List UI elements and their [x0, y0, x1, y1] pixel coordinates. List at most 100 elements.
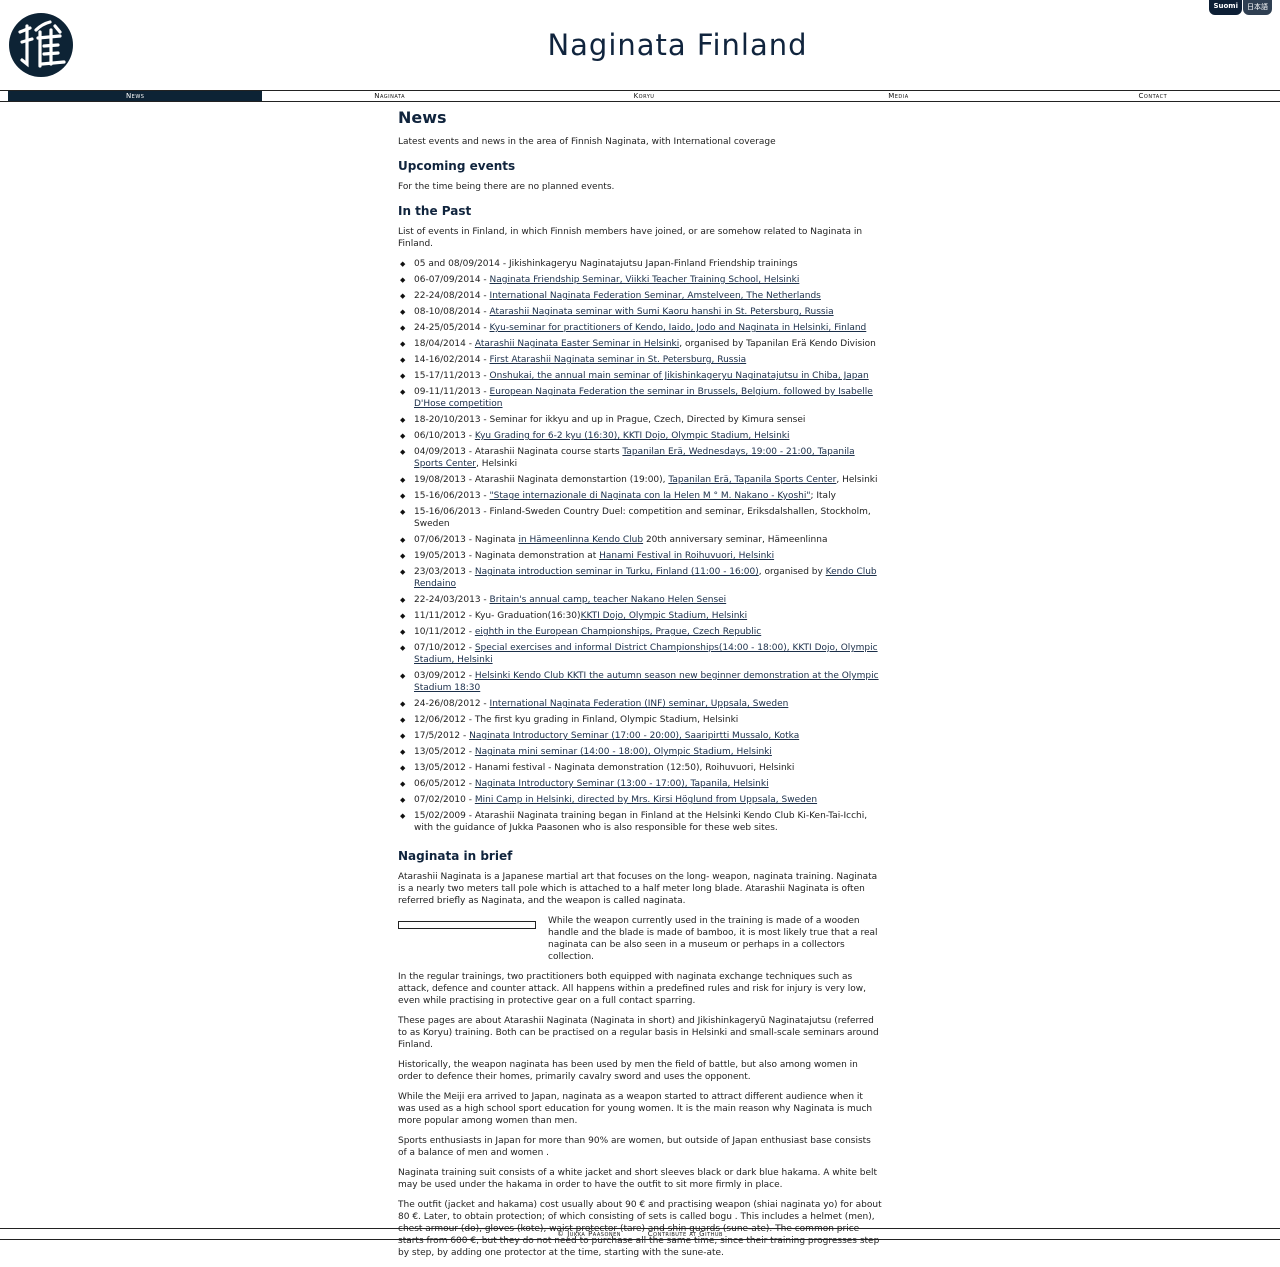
event-link[interactable]: Naginata Introductory Seminar (13:00 - 1…	[475, 779, 769, 789]
event-text: 07/02/2010 -	[414, 795, 475, 805]
event-text: 22-24/08/2014 -	[414, 291, 490, 301]
event-item: 18/04/2014 - Atarashii Naginata Easter S…	[400, 338, 882, 350]
past-title: In the Past	[398, 204, 472, 218]
past-text: List of events in Finland, in which Finn…	[398, 227, 863, 249]
brief-paragraph: Historically, the weapon naginata has be…	[398, 1060, 858, 1082]
event-text: 12/06/2012 - The first kyu grading in Fi…	[414, 715, 739, 725]
event-link[interactable]: Hanami Festival in Roihuvuori, Helsinki	[599, 551, 774, 561]
event-link[interactable]: International Naginata Federation (INF) …	[490, 699, 789, 709]
event-text: 18-20/10/2013 - Seminar for ikkyu and up…	[414, 415, 806, 425]
event-text: 15-17/11/2013 -	[414, 371, 490, 381]
event-text: 15/02/2009 - Atarashii Naginata training…	[414, 811, 868, 833]
event-text: 06/05/2012 -	[414, 779, 475, 789]
event-text: 03/09/2012 -	[414, 671, 475, 681]
event-item: 14-16/02/2014 - First Atarashii Naginata…	[400, 354, 882, 366]
nav-naginata[interactable]: Naginata	[262, 91, 516, 101]
footer-copyright[interactable]: © Jukka Paasonen	[557, 1230, 621, 1238]
event-text: 13/05/2012 -	[414, 747, 475, 757]
event-link[interactable]: Atarashii Naginata Easter Seminar in Hel…	[475, 339, 679, 349]
lang-suomi[interactable]: Suomi	[1209, 0, 1242, 15]
event-link[interactable]: Onshukai, the annual main seminar of Jik…	[490, 371, 869, 381]
event-link[interactable]: Britain's annual camp, teacher Nakano He…	[490, 595, 727, 605]
brief-paragraph: Naginata training suit consists of a whi…	[398, 1168, 878, 1190]
event-link[interactable]: Naginata mini seminar (14:00 - 18:00), O…	[475, 747, 772, 757]
event-item: 18-20/10/2013 - Seminar for ikkyu and up…	[400, 414, 882, 426]
event-text: 19/05/2013 - Naginata demonstration at	[414, 551, 600, 561]
brief-paragraph: While the Meiji era arrived to Japan, na…	[398, 1092, 873, 1126]
event-text: 10/11/2012 -	[414, 627, 475, 637]
event-text: 08-10/08/2014 -	[414, 307, 490, 317]
event-link[interactable]: "Stage internazionale di Naginata con la…	[490, 491, 811, 501]
event-link[interactable]: in Hämeenlinna Kendo Club	[518, 535, 643, 545]
event-item: 04/09/2013 - Atarashii Naginata course s…	[400, 446, 882, 470]
figure-text: While the weapon currently used in the t…	[548, 916, 878, 962]
main-nav: News Naginata Koryu Media Contact	[0, 90, 1280, 102]
event-item: 24-25/05/2014 - Kyu-seminar for practiti…	[400, 322, 882, 334]
event-link[interactable]: Kyu-seminar for practitioners of Kendo, …	[490, 323, 867, 333]
event-text: , Helsinki	[836, 475, 878, 485]
event-item: 15-16/06/2013 - "Stage internazionale di…	[400, 490, 882, 502]
nav-media[interactable]: Media	[771, 91, 1025, 101]
lang-japanese[interactable]: 日本語	[1243, 0, 1272, 15]
event-item: 06/10/2013 - Kyu Grading for 6-2 kyu (16…	[400, 430, 882, 442]
event-link[interactable]: Naginata Friendship Seminar, Viikki Teac…	[490, 275, 800, 285]
event-link[interactable]: First Atarashii Naginata seminar in St. …	[490, 355, 747, 365]
nav-contact[interactable]: Contact	[1026, 91, 1280, 101]
event-link[interactable]: KKTI Dojo, Olympic Stadium, Helsinki	[581, 611, 748, 621]
event-item: 07/06/2013 - Naginata in Hämeenlinna Ken…	[400, 534, 882, 546]
event-text: 07/10/2012 -	[414, 643, 475, 653]
nav-news[interactable]: News	[8, 91, 263, 101]
event-item: 15-16/06/2013 - Finland-Sweden Country D…	[400, 506, 882, 530]
event-text: , organised by Tapanilan Erä Kendo Divis…	[679, 339, 876, 349]
event-text: 15-16/06/2013 - Finland-Sweden Country D…	[414, 507, 871, 529]
footer: © Jukka Paasonen Contribute at Github	[0, 1228, 1280, 1240]
event-text: 18/04/2014 -	[414, 339, 475, 349]
event-item: 19/08/2013 - Atarashii Naginata demonsta…	[400, 474, 882, 486]
event-item: 17/5/2012 - Naginata Introductory Semina…	[400, 730, 882, 742]
event-link[interactable]: International Naginata Federation Semina…	[490, 291, 821, 301]
upcoming-text: For the time being there are no planned …	[398, 182, 615, 192]
event-text: 24-25/05/2014 -	[414, 323, 490, 333]
brief-paragraph: Atarashii Naginata is a Japanese martial…	[398, 872, 878, 906]
event-link[interactable]: eighth in the European Championships, Pr…	[475, 627, 761, 637]
event-text: 05 and 08/09/2014 - Jikishinkageryu Nagi…	[414, 259, 798, 269]
event-text: , organised by	[758, 567, 826, 577]
event-link[interactable]: Kyu Grading for 6-2 kyu (16:30), KKTI Do…	[475, 431, 790, 441]
event-text: 07/06/2013 - Naginata	[414, 535, 519, 545]
footer-github-link[interactable]: Contribute at Github	[648, 1230, 723, 1238]
main-content: News Latest events and news in the area …	[398, 110, 882, 1267]
event-item: 19/05/2013 - Naginata demonstration at H…	[400, 550, 882, 562]
brief-figure: While the weapon currently used in the t…	[398, 915, 882, 963]
brief-paragraph: These pages are about Atarashii Naginata…	[398, 1016, 879, 1050]
event-link[interactable]: Atarashii Naginata seminar with Sumi Kao…	[490, 307, 834, 317]
event-link[interactable]: Tapanilan Erä, Tapanila Sports Center	[668, 475, 836, 485]
event-item: 06-07/09/2014 - Naginata Friendship Semi…	[400, 274, 882, 286]
event-text: 23/03/2013 -	[414, 567, 475, 577]
event-link[interactable]: Helsinki Kendo Club KKTI the autumn seas…	[414, 671, 879, 693]
event-item: 08-10/08/2014 - Atarashii Naginata semin…	[400, 306, 882, 318]
event-link[interactable]: Naginata introduction seminar in Turku, …	[475, 567, 759, 577]
event-text: , Helsinki	[476, 459, 518, 469]
event-item: 15/02/2009 - Atarashii Naginata training…	[400, 810, 882, 834]
event-text: 13/05/2012 - Hanami festival - Naginata …	[414, 763, 795, 773]
site-title: Naginata Finland	[547, 28, 808, 62]
event-text: 06/10/2013 -	[414, 431, 475, 441]
brief-paragraph: Sports enthusiasts in Japan for more tha…	[398, 1136, 871, 1158]
event-text: 17/5/2012 -	[414, 731, 470, 741]
event-text: 11/11/2012 - Kyu- Graduation(16:30)	[414, 611, 581, 621]
naginata-image	[398, 921, 536, 929]
event-item: 12/06/2012 - The first kyu grading in Fi…	[400, 714, 882, 726]
event-link[interactable]: Mini Camp in Helsinki, directed by Mrs. …	[475, 795, 817, 805]
event-item: 09-11/11/2013 - European Naginata Federa…	[400, 386, 882, 410]
event-text: 20th anniversary seminar, Hämeenlinna	[643, 535, 828, 545]
nav-koryu[interactable]: Koryu	[517, 91, 771, 101]
event-link[interactable]: Naginata Introductory Seminar (17:00 - 2…	[469, 731, 799, 741]
event-item: 13/05/2012 - Hanami festival - Naginata …	[400, 762, 882, 774]
event-item: 15-17/11/2013 - Onshukai, the annual mai…	[400, 370, 882, 382]
event-item: 13/05/2012 - Naginata mini seminar (14:0…	[400, 746, 882, 758]
event-item: 05 and 08/09/2014 - Jikishinkageryu Nagi…	[400, 258, 882, 270]
event-link[interactable]: Special exercises and informal District …	[414, 643, 878, 665]
event-text: 19/08/2013 - Atarashii Naginata demonsta…	[414, 475, 669, 485]
event-item: 23/03/2013 - Naginata introduction semin…	[400, 566, 882, 590]
event-text: ; Italy	[810, 491, 836, 501]
